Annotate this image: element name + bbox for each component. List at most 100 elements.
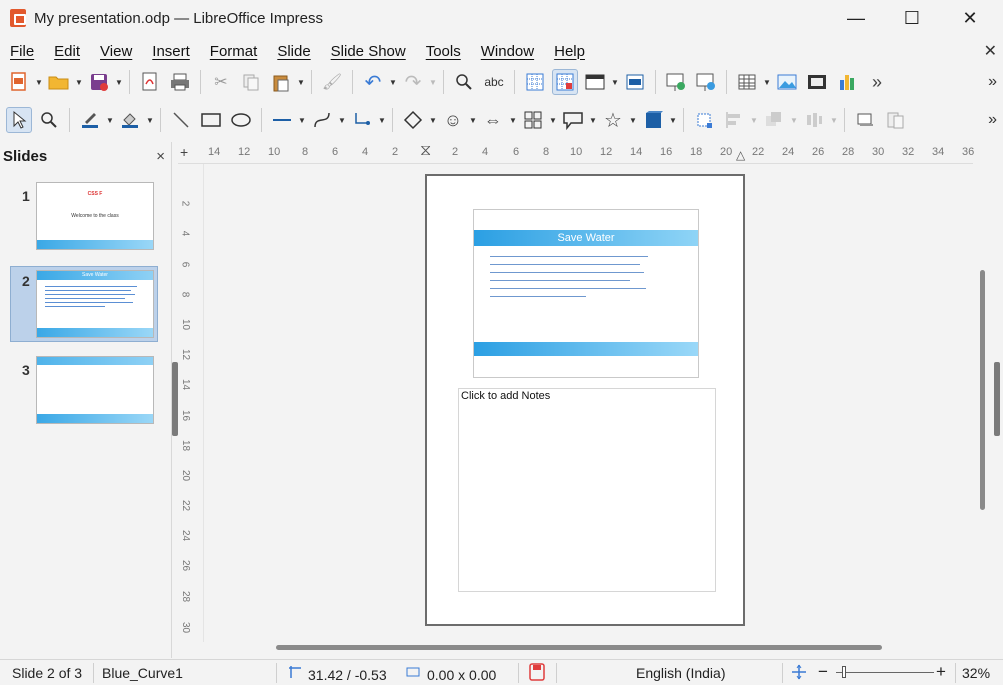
display-grid-icon[interactable] xyxy=(522,69,548,95)
menu-help[interactable]: Help xyxy=(554,43,585,60)
zoom-in-button[interactable]: + xyxy=(936,662,946,682)
menu-slide-show[interactable]: Slide Show xyxy=(331,43,406,60)
callout-shapes-icon[interactable] xyxy=(560,107,586,133)
master-slide-icon[interactable] xyxy=(622,69,648,95)
zoom-slider[interactable] xyxy=(836,672,934,673)
stars-dropdown-icon[interactable]: ▼ xyxy=(628,116,638,125)
document-modified-icon[interactable] xyxy=(529,663,545,684)
right-indent-marker-icon[interactable]: △ xyxy=(736,148,745,162)
paste-dropdown-icon[interactable]: ▼ xyxy=(296,78,306,87)
open-folder-icon[interactable] xyxy=(46,69,72,95)
insert-line-icon[interactable] xyxy=(168,107,194,133)
symbol-shapes-icon[interactable]: ☺ xyxy=(440,107,466,133)
basic-shapes-dropdown-icon[interactable]: ▼ xyxy=(428,116,438,125)
curves-polygons-icon[interactable] xyxy=(309,107,335,133)
insert-rectangle-icon[interactable] xyxy=(198,107,224,133)
insert-table-icon[interactable] xyxy=(734,69,760,95)
crop-image-icon[interactable] xyxy=(882,107,908,133)
new-dropdown-icon[interactable]: ▼ xyxy=(34,78,44,87)
arrange-dropdown-icon[interactable]: ▼ xyxy=(789,116,799,125)
close-slides-pane-button[interactable]: × xyxy=(156,148,165,165)
basic-shapes-icon[interactable] xyxy=(400,107,426,133)
align-objects-icon[interactable] xyxy=(721,107,747,133)
flowchart-icon[interactable] xyxy=(520,107,546,133)
slide-thumbnail-3[interactable]: 3 xyxy=(0,356,170,432)
zoom-pan-icon[interactable] xyxy=(36,107,62,133)
3d-objects-icon[interactable] xyxy=(640,107,666,133)
menu-insert[interactable]: Insert xyxy=(152,43,190,60)
arrange-icon[interactable] xyxy=(761,107,787,133)
menu-slide[interactable]: Slide xyxy=(277,43,310,60)
helplines-while-moving-icon[interactable] xyxy=(552,69,578,95)
left-indent-marker-icon[interactable]: ⧖ xyxy=(420,142,431,160)
menu-tools[interactable]: Tools xyxy=(426,43,461,60)
find-replace-icon[interactable] xyxy=(451,69,477,95)
menu-format[interactable]: Format xyxy=(210,43,258,60)
rotate-icon[interactable] xyxy=(691,107,717,133)
zoom-out-button[interactable]: − xyxy=(818,662,828,682)
save-dropdown-icon[interactable]: ▼ xyxy=(114,78,124,87)
vertical-ruler[interactable]: 2 4 6 8 10 12 14 16 18 20 22 24 26 28 30 xyxy=(178,164,204,642)
fill-color-dropdown-icon[interactable]: ▼ xyxy=(145,116,155,125)
notes-page[interactable]: Save Water Click to add Notes xyxy=(425,174,745,626)
minimize-button[interactable]: — xyxy=(832,0,880,36)
slide-thumbnail-1[interactable]: 1 CSS F Welcome to the class xyxy=(0,182,170,258)
master-slide-status[interactable]: Blue_Curve1 xyxy=(102,665,183,681)
lines-arrows-dropdown-icon[interactable]: ▼ xyxy=(297,116,307,125)
vertical-scrollbar[interactable] xyxy=(980,270,985,510)
toolbar-overflow-icon[interactable]: » xyxy=(864,69,890,95)
insert-media-icon[interactable] xyxy=(804,69,830,95)
close-document-button[interactable]: ✕ xyxy=(984,41,997,61)
paste-icon[interactable] xyxy=(268,69,294,95)
horizontal-scrollbar[interactable] xyxy=(276,645,882,650)
new-document-icon[interactable] xyxy=(6,69,32,95)
start-from-first-slide-icon[interactable] xyxy=(663,69,689,95)
menu-window[interactable]: Window xyxy=(481,43,534,60)
horizontal-ruler[interactable]: + 14 12 10 8 6 4 2 ⧖ 2 4 6 8 10 12 14 16… xyxy=(178,142,974,164)
copy-icon[interactable] xyxy=(238,69,264,95)
insert-chart-icon[interactable] xyxy=(834,69,860,95)
stars-banners-icon[interactable]: ☆ xyxy=(600,107,626,133)
menu-file[interactable]: File xyxy=(10,43,34,60)
close-window-button[interactable]: ✕ xyxy=(946,0,994,36)
line-color-icon[interactable] xyxy=(77,107,103,133)
undo-dropdown-icon[interactable]: ▼ xyxy=(388,78,398,87)
line-color-dropdown-icon[interactable]: ▼ xyxy=(105,116,115,125)
block-arrows-dropdown-icon[interactable]: ▼ xyxy=(508,116,518,125)
distribute-dropdown-icon[interactable]: ▼ xyxy=(829,116,839,125)
spelling-icon[interactable]: abc xyxy=(481,69,507,95)
clone-formatting-icon[interactable]: 🖌 xyxy=(319,69,345,95)
fit-slide-icon[interactable] xyxy=(790,663,808,684)
insert-ellipse-icon[interactable] xyxy=(228,107,254,133)
language-status[interactable]: English (India) xyxy=(636,665,726,681)
symbol-shapes-dropdown-icon[interactable]: ▼ xyxy=(468,116,478,125)
menu-edit[interactable]: Edit xyxy=(54,43,80,60)
curves-dropdown-icon[interactable]: ▼ xyxy=(337,116,347,125)
callout-dropdown-icon[interactable]: ▼ xyxy=(588,116,598,125)
menu-view[interactable]: View xyxy=(100,43,132,60)
start-from-current-slide-icon[interactable] xyxy=(693,69,719,95)
block-arrows-icon[interactable]: ⇔ xyxy=(480,107,506,133)
lines-arrows-icon[interactable] xyxy=(269,107,295,133)
print-icon[interactable] xyxy=(167,69,193,95)
redo-dropdown-icon[interactable]: ▼ xyxy=(428,78,438,87)
zoom-slider-thumb[interactable] xyxy=(842,666,846,678)
display-views-icon[interactable] xyxy=(582,69,608,95)
export-pdf-icon[interactable] xyxy=(137,69,163,95)
redo-icon[interactable]: ↷ xyxy=(400,69,426,95)
sidebar-splitter-handle[interactable] xyxy=(994,362,1000,436)
select-pointer-icon[interactable] xyxy=(6,107,32,133)
toolbar-chevron-icon[interactable]: » xyxy=(988,111,997,129)
save-icon[interactable] xyxy=(86,69,112,95)
connectors-dropdown-icon[interactable]: ▼ xyxy=(377,116,387,125)
shadow-icon[interactable] xyxy=(852,107,878,133)
align-dropdown-icon[interactable]: ▼ xyxy=(749,116,759,125)
notes-slide-preview[interactable]: Save Water xyxy=(473,209,699,378)
slide-thumbnail-2[interactable]: 2 Save Water xyxy=(10,266,158,342)
zoom-percentage[interactable]: 32% xyxy=(962,665,990,681)
toolbar-chevron-icon[interactable]: » xyxy=(988,73,997,91)
distribute-icon[interactable] xyxy=(801,107,827,133)
open-dropdown-icon[interactable]: ▼ xyxy=(74,78,84,87)
cut-icon[interactable]: ✂ xyxy=(208,69,234,95)
connectors-icon[interactable] xyxy=(349,107,375,133)
